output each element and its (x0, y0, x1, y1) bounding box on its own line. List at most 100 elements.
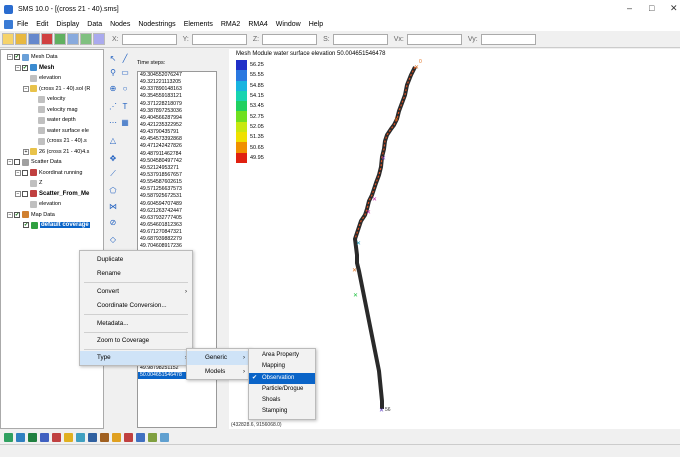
collapse-icon[interactable]: − (7, 54, 13, 61)
observation-module-icon[interactable] (148, 432, 157, 442)
element-tool-icon[interactable]: ⋯ (108, 117, 118, 127)
circle-tool-icon[interactable]: ○ (120, 83, 130, 93)
tree-item-cross-dataset[interactable]: (cross 21 - 40).s (3, 136, 103, 147)
menu-help[interactable]: Help (309, 21, 323, 28)
tree-item-z[interactable]: Z (3, 178, 103, 189)
time-step-item[interactable]: 49.43790435791 (138, 129, 216, 136)
menu-display[interactable]: Display (56, 21, 79, 28)
node-tool-icon[interactable]: ⊕ (108, 83, 118, 93)
scatter-module-icon[interactable] (28, 432, 37, 442)
checkbox-icon[interactable]: ✔ (14, 211, 20, 218)
refresh-icon[interactable] (80, 33, 92, 45)
tree-item-solution-folder[interactable]: − (cross 21 - 40).sol (R (3, 84, 103, 95)
polygon-tool-icon[interactable]: ⬠ (108, 185, 118, 195)
save-icon[interactable] (28, 33, 40, 45)
time-step-item[interactable]: 49.337890148163 (138, 86, 216, 93)
menu-item-duplicate[interactable]: Duplicate (80, 253, 192, 267)
mesh-module-icon[interactable] (4, 432, 13, 442)
move-tool-icon[interactable]: ✥ (108, 153, 118, 163)
collapse-icon[interactable]: − (15, 169, 21, 176)
collapse-icon[interactable]: − (15, 64, 21, 71)
menu-item-models[interactable]: Models › (187, 365, 250, 379)
x-field[interactable] (121, 33, 177, 45)
rectangle-tool-icon[interactable]: ▭ (120, 67, 130, 77)
tree-item-koordinat-running[interactable]: − Koordinat running (3, 168, 103, 179)
collapse-icon[interactable]: − (15, 190, 21, 197)
time-step-item[interactable]: 49.321221113205 (138, 79, 216, 86)
z-field[interactable] (262, 33, 318, 45)
time-step-item[interactable]: 49.637932777405 (138, 215, 216, 222)
arc-tool-icon[interactable]: ⟋ (108, 169, 118, 179)
menu-elements[interactable]: Elements (184, 21, 213, 28)
nodestring-tool-icon[interactable]: ⋰ (108, 101, 118, 111)
tree-item-scatter-from-mesh[interactable]: − Scatter_From_Me (3, 189, 103, 200)
time-step-item[interactable]: 49.587925672531 (138, 193, 216, 200)
time-step-item[interactable]: 49.537918567657 (138, 172, 216, 179)
grid-tool-icon[interactable]: ▦ (120, 117, 130, 127)
menu-window[interactable]: Window (276, 21, 301, 28)
tree-item-scatter-elevation[interactable]: elevation (3, 199, 103, 210)
zoom-icon[interactable] (67, 33, 79, 45)
checkbox-icon[interactable] (22, 190, 28, 197)
menu-data[interactable]: Data (87, 21, 102, 28)
checkbox-icon[interactable]: ✔ (23, 222, 29, 229)
vertex-tool-icon[interactable]: ◇ (108, 234, 118, 244)
time-step-item[interactable]: 49.687939882279 (138, 236, 216, 243)
menu-edit[interactable]: Edit (36, 21, 48, 28)
triangle-tool-icon[interactable]: △ (108, 135, 118, 145)
menu-item-metadata[interactable]: Metadata... (80, 317, 192, 331)
tree-item-default-coverage[interactable]: ✔ default coverage (3, 220, 103, 231)
cartesian-module-icon[interactable] (40, 432, 49, 442)
time-step-item[interactable]: 49.604594707489 (138, 201, 216, 208)
menu-item-generic[interactable]: Generic › (187, 351, 250, 365)
menu-rma4[interactable]: RMA4 (248, 21, 267, 28)
minimize-button[interactable]: – (627, 3, 632, 13)
vy-field[interactable] (480, 33, 536, 45)
menu-item-observation[interactable]: ✔ Observation (249, 372, 315, 384)
tree-item-water-depth[interactable]: water depth (3, 115, 103, 126)
open-icon[interactable] (15, 33, 27, 45)
draw-tool-icon[interactable]: ╱ (120, 53, 130, 63)
collapse-icon[interactable]: − (7, 211, 13, 218)
time-step-item[interactable]: 49.487911462784 (138, 151, 216, 158)
time-step-item[interactable]: 49.654601812363 (138, 222, 216, 229)
menu-item-stamping[interactable]: Stamping (249, 406, 315, 417)
split-tool-icon[interactable]: ⊘ (108, 217, 118, 227)
menu-item-particle-drogue[interactable]: Particle/Drogue (249, 384, 315, 395)
gis-module-icon[interactable] (76, 432, 85, 442)
time-step-item[interactable]: 49.504580497742 (138, 158, 216, 165)
collapse-icon[interactable]: − (23, 85, 29, 92)
time-step-item[interactable]: 49.52124953271 (138, 165, 216, 172)
menu-item-mapping[interactable]: Mapping (249, 361, 315, 372)
tree-item-water-surface-elevation[interactable]: water surface ele (3, 126, 103, 137)
delete-icon[interactable] (41, 33, 53, 45)
tree-item-velocity[interactable]: velocity (3, 94, 103, 105)
menu-file[interactable]: File (17, 21, 28, 28)
document-icon[interactable] (4, 20, 13, 29)
time-step-item[interactable]: 49.471242427826 (138, 143, 216, 150)
menu-nodes[interactable]: Nodes (110, 21, 130, 28)
time-step-item[interactable]: 49.621263742447 (138, 208, 216, 215)
time-step-item[interactable]: 49.671270847321 (138, 229, 216, 236)
menu-rma2[interactable]: RMA2 (221, 21, 240, 28)
time-step-item[interactable]: 49.387897253036 (138, 108, 216, 115)
select-tool-icon[interactable]: ↖ (108, 53, 118, 63)
tree-item-elevation[interactable]: elevation (3, 73, 103, 84)
collapse-icon[interactable]: − (7, 159, 13, 166)
vx-field[interactable] (406, 33, 462, 45)
maximize-button[interactable]: □ (649, 3, 654, 13)
time-step-item[interactable]: 49.304552076247 (138, 72, 216, 79)
time-step-item[interactable]: 49.571256637573 (138, 186, 216, 193)
time-step-item[interactable]: 49.404566287994 (138, 115, 216, 122)
menu-item-rename[interactable]: Rename (80, 267, 192, 281)
checkbox-icon[interactable]: ✔ (14, 54, 20, 61)
contour-module-icon[interactable] (160, 432, 169, 442)
uGrid-module-icon[interactable] (124, 432, 133, 442)
particle-module-icon[interactable] (52, 432, 61, 442)
map-module-icon[interactable] (64, 432, 73, 442)
menu-item-zoom-to-coverage[interactable]: Zoom to Coverage (80, 334, 192, 348)
menu-item-shoals[interactable]: Shoals (249, 395, 315, 406)
s-field[interactable] (332, 33, 388, 45)
checkbox-icon[interactable] (22, 169, 28, 176)
checkbox-icon[interactable] (14, 159, 20, 166)
